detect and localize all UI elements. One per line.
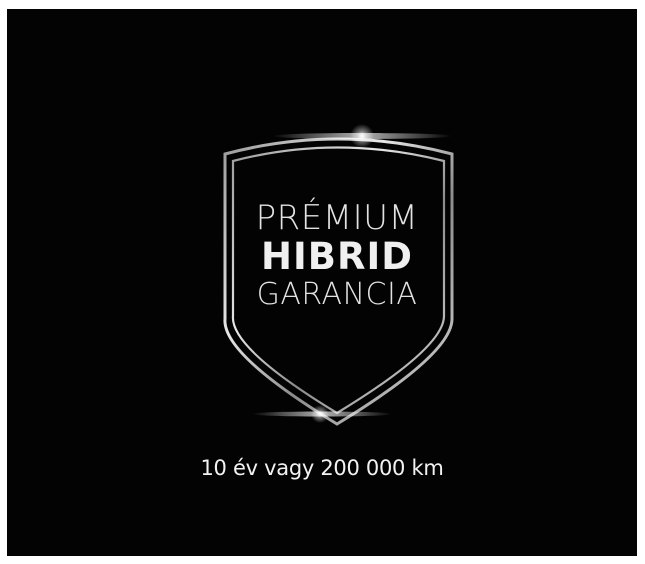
banner: PRÉMIUM HIBRID GARANCIA 10 év vagy 200 0…	[7, 9, 637, 556]
badge-line-premium: PRÉMIUM	[255, 198, 419, 238]
warranty-tagline: 10 év vagy 200 000 km	[200, 456, 444, 480]
badge-line-hibrid: HIBRID	[261, 235, 413, 278]
badge-text: PRÉMIUM HIBRID GARANCIA	[202, 199, 472, 313]
badge-line-garancia: GARANCIA	[256, 277, 418, 312]
